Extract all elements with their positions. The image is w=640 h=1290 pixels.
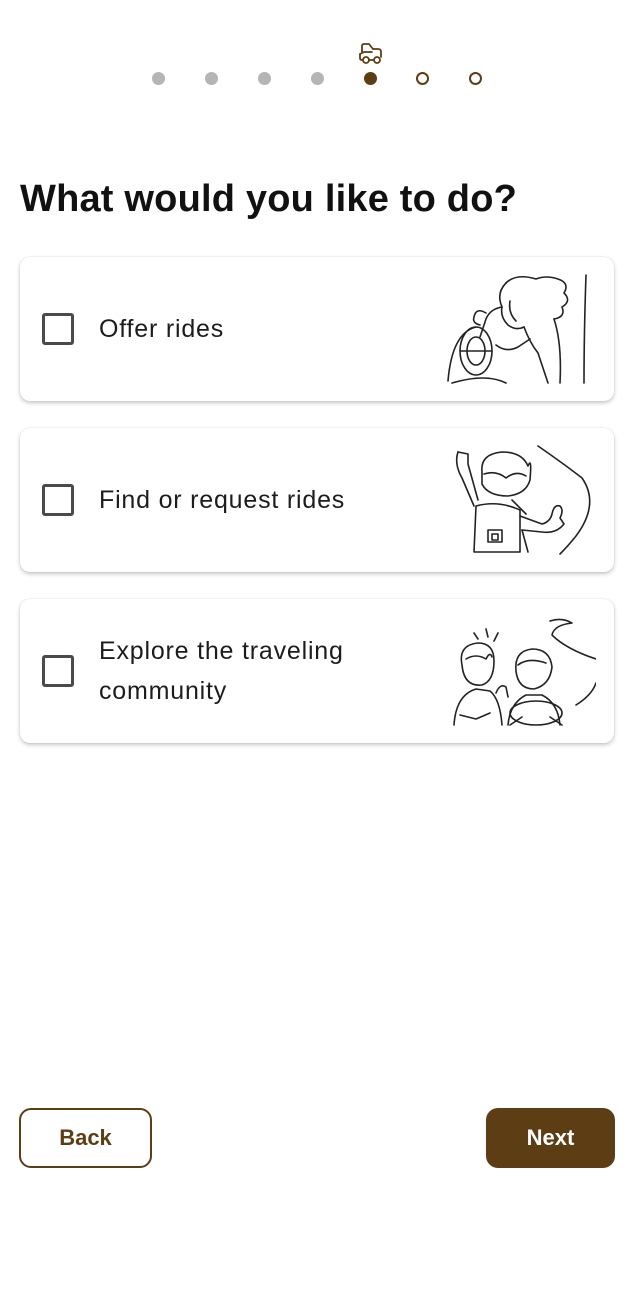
- option-card-offer-rides[interactable]: Offer rides: [20, 257, 614, 401]
- offer-rides-label: Offer rides: [99, 315, 225, 343]
- progress-step-2: [205, 72, 218, 85]
- car-icon: [359, 43, 382, 64]
- page-title: What would you like to do?: [20, 178, 518, 220]
- next-button[interactable]: Next: [486, 1108, 615, 1168]
- progress-step-1: [152, 72, 165, 85]
- progress-stepper: [0, 40, 640, 90]
- option-card-explore-community[interactable]: Explore the traveling community: [20, 599, 614, 743]
- progress-step-5-current: [364, 72, 377, 85]
- find-rides-label: Find or request rides: [99, 486, 346, 514]
- hitchhiker-backpack-illustration: [455, 445, 591, 555]
- back-button[interactable]: Back: [19, 1108, 152, 1168]
- progress-step-6: [416, 72, 429, 85]
- offer-rides-checkbox[interactable]: [42, 313, 74, 345]
- friends-traveling-illustration: [453, 618, 596, 726]
- find-rides-checkbox[interactable]: [42, 484, 74, 516]
- explore-community-checkbox[interactable]: [42, 655, 74, 687]
- progress-step-4: [311, 72, 324, 85]
- progress-step-7: [469, 72, 482, 85]
- option-card-find-rides[interactable]: Find or request rides: [20, 428, 614, 572]
- driver-steering-wheel-illustration: [447, 274, 587, 384]
- progress-step-3: [258, 72, 271, 85]
- explore-community-label: Explore the traveling community: [99, 637, 344, 705]
